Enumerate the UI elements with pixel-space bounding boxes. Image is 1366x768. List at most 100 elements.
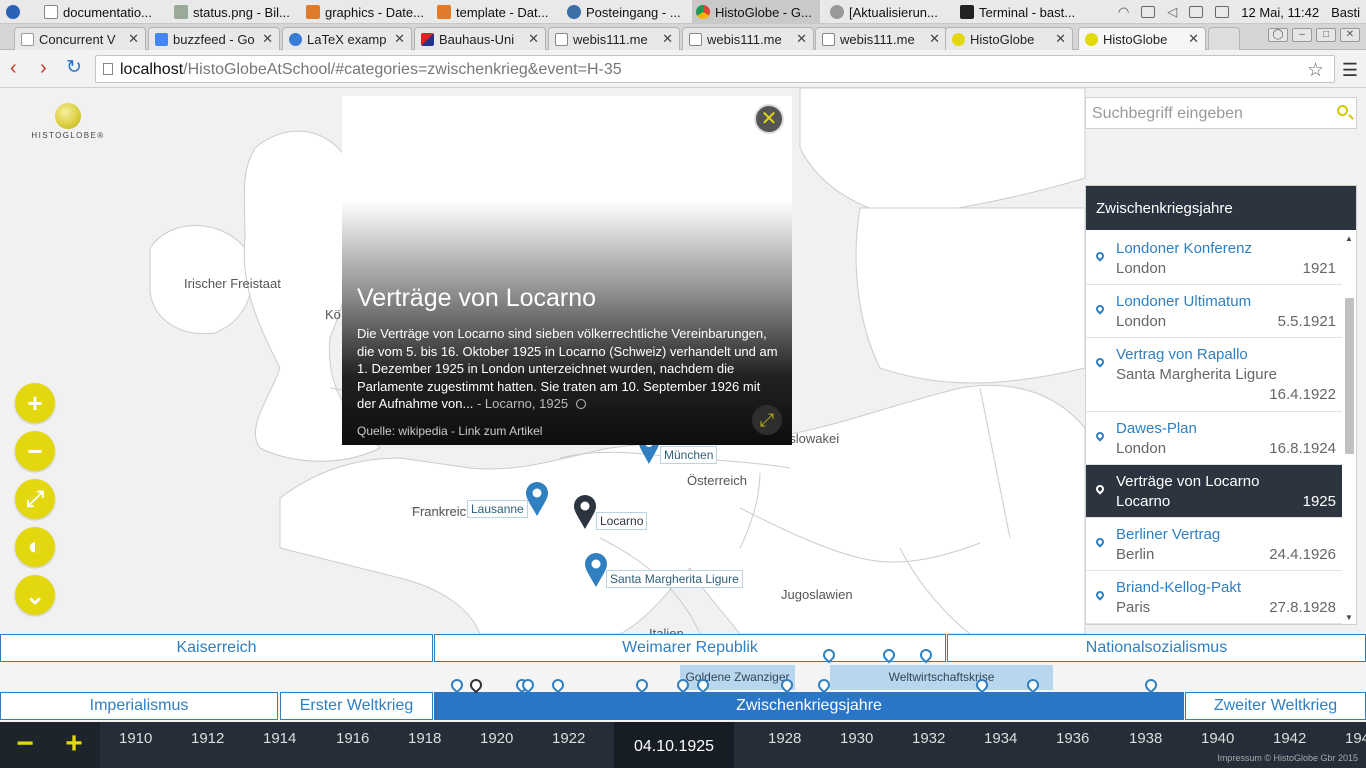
close-tab-icon[interactable]: ✕ [394, 31, 405, 47]
event-list-item[interactable]: Briand-Kellog-Pakt Paris 27.8.1928 [1086, 571, 1342, 624]
epoch-band[interactable]: Nationalsozialismus [947, 634, 1366, 662]
map-pin-icon-selected[interactable] [573, 495, 597, 530]
sub-epoch-band[interactable]: Weltwirtschaftskrise [830, 665, 1053, 690]
year-tick: 1928 [768, 730, 802, 747]
close-tab-icon[interactable]: ✕ [528, 31, 539, 47]
hamburger-menu-icon[interactable]: ☰ [1342, 60, 1358, 81]
taskbar-item[interactable]: graphics - Date... [302, 0, 430, 24]
browser-tab[interactable]: Bauhaus-Uni ✕ [414, 27, 546, 50]
timeline-pin-icon[interactable] [549, 676, 567, 694]
epoch-band[interactable]: Kaiserreich [0, 634, 433, 662]
zoom-in-button[interactable]: + [15, 383, 55, 423]
taskbar-item[interactable]: documentatio... [40, 0, 165, 24]
clock-icon[interactable] [576, 399, 587, 410]
pin-label[interactable]: Santa Margherita Ligure [606, 570, 743, 588]
pin-label[interactable]: München [660, 446, 718, 464]
timeline-zoom-controls: − + [0, 722, 100, 768]
browser-tab[interactable]: Concurrent V ✕ [14, 27, 146, 50]
close-tab-icon[interactable]: ✕ [662, 31, 673, 47]
scroll-thumb[interactable] [1345, 298, 1354, 454]
close-tab-icon[interactable]: ✕ [796, 31, 807, 47]
close-tab-icon[interactable]: ✕ [262, 31, 273, 47]
browser-tab[interactable]: LaTeX examp ✕ [282, 27, 412, 50]
close-tab-icon[interactable]: ✕ [1188, 31, 1199, 47]
volume-icon[interactable]: ◁ [1167, 4, 1177, 20]
bookmark-star-icon[interactable]: ☆ [1307, 59, 1324, 82]
scroll-down-icon[interactable]: ▼ [1345, 613, 1353, 622]
user-name[interactable]: Basti [1331, 5, 1360, 20]
taskbar-item[interactable]: template - Dat... [433, 0, 560, 24]
timeline-pin-icon-selected[interactable] [467, 676, 485, 694]
epoch-band[interactable]: Zweiter Weltkrieg [1185, 692, 1366, 720]
scroll-up-icon[interactable]: ▲ [1345, 234, 1353, 243]
pin-icon [1094, 589, 1106, 601]
close-tab-icon[interactable]: ✕ [929, 31, 940, 47]
start-menu-icon[interactable] [2, 0, 28, 24]
epoch-band-active[interactable]: Zwischenkriegsjahre [434, 692, 1184, 720]
search-icon[interactable] [1337, 105, 1348, 116]
epoch-band[interactable]: Erster Weltkrieg [280, 692, 433, 720]
maximize-button[interactable]: □ [1316, 28, 1336, 42]
url-path: /HistoGlobeAtSchool/#categories=zwischen… [183, 61, 622, 78]
event-list-item-active[interactable]: Verträge von Locarno Locarno 1925 [1086, 465, 1342, 518]
browser-tab[interactable]: buzzfeed - Go ✕ [148, 27, 280, 50]
clock[interactable]: 12 Mai, 11:42 [1241, 5, 1319, 20]
more-button[interactable]: ⌄ [15, 575, 55, 615]
close-window-button[interactable]: ✕ [1340, 28, 1360, 42]
taskbar-item[interactable]: [Aktualisierun... [826, 0, 952, 24]
timeline-zoom-out-button[interactable]: − [8, 727, 42, 761]
taskbar-item-active[interactable]: HistoGlobe - G... [692, 0, 820, 24]
map-pin-icon[interactable] [584, 553, 608, 588]
battery-icon[interactable] [1141, 6, 1156, 18]
map-pin-icon[interactable] [525, 482, 549, 517]
browser-tab[interactable]: webis111.me ✕ [548, 27, 680, 50]
taskbar-item[interactable]: Terminal - bast... [956, 0, 1086, 24]
timeline-pin-icon[interactable] [448, 676, 466, 694]
search-input[interactable]: Suchbegriff eingeben [1085, 97, 1357, 129]
mail-tray-icon[interactable] [1189, 6, 1204, 18]
event-list-item[interactable]: Vertrag von Rapallo Santa Margherita Ligu… [1086, 338, 1342, 412]
browser-tab[interactable]: webis111.me ✕ [815, 27, 947, 50]
year-tick: 1936 [1056, 730, 1090, 747]
minimize-button[interactable]: – [1292, 28, 1312, 42]
footer-imprint[interactable]: Impressum © HistoGlobe Gbr 2015 [1217, 753, 1358, 763]
event-list-item[interactable]: Dawes-Plan London 16.8.1924 [1086, 412, 1342, 465]
expand-icon[interactable]: ⤢ [752, 405, 782, 435]
browser-tab[interactable]: HistoGlobe ✕ [945, 27, 1073, 50]
zoom-out-button[interactable]: − [15, 431, 55, 471]
close-tab-icon[interactable]: ✕ [1055, 31, 1066, 47]
panel-scrollbar[interactable]: ▲ ▼ [1345, 234, 1354, 622]
timeline-pin-icon[interactable] [1142, 676, 1160, 694]
taskbar-item[interactable]: Posteingang - ... [563, 0, 689, 24]
timeline-pin-icon[interactable] [633, 676, 651, 694]
taskbar-item[interactable]: status.png - Bil... [170, 0, 298, 24]
pin-label[interactable]: Lausanne [467, 500, 528, 518]
screen-icon[interactable] [1215, 6, 1230, 18]
event-list-item[interactable]: Londoner Konferenz London 1921 [1086, 232, 1342, 285]
epoch-band[interactable]: Weimarer Republik [434, 634, 946, 662]
page-icon [822, 32, 835, 46]
timeline-zoom-in-button[interactable]: + [57, 727, 91, 761]
reload-icon[interactable]: ↻ [66, 58, 82, 78]
year-tick: 1934 [984, 730, 1018, 747]
wifi-icon[interactable]: ◠ [1118, 4, 1129, 20]
fullscreen-button[interactable]: ⤢ [15, 479, 55, 519]
forward-icon[interactable]: › [40, 58, 47, 78]
event-list-item[interactable]: Londoner Ultimatum London 5.5.1921 [1086, 285, 1342, 338]
epoch-band[interactable]: Imperialismus [0, 692, 278, 720]
close-tab-icon[interactable]: ✕ [128, 31, 139, 47]
browser-tab[interactable]: webis111.me ✕ [682, 27, 814, 50]
histoglobe-logo[interactable]: HISTOGLOBE® [26, 100, 110, 140]
event-source-link[interactable]: Quelle: wikipedia - Link zum Artikel [357, 424, 542, 438]
pin-label[interactable]: Locarno [596, 512, 648, 530]
timeline-current-date[interactable]: 04.10.1925 [614, 722, 734, 768]
address-bar[interactable]: localhost/HistoGlobeAtSchool/#categories… [95, 55, 1335, 83]
chrome-icon [696, 5, 710, 19]
browser-tab-active[interactable]: HistoGlobe ✕ [1078, 27, 1206, 50]
profile-icon[interactable]: ◯ [1268, 28, 1288, 42]
contrast-button[interactable]: ◐ [15, 527, 55, 567]
new-tab-button[interactable] [1208, 27, 1240, 50]
close-icon[interactable]: ✕ [754, 104, 784, 134]
back-icon[interactable]: ‹ [10, 58, 17, 78]
event-list-item[interactable]: Berliner Vertrag Berlin 24.4.1926 [1086, 518, 1342, 571]
